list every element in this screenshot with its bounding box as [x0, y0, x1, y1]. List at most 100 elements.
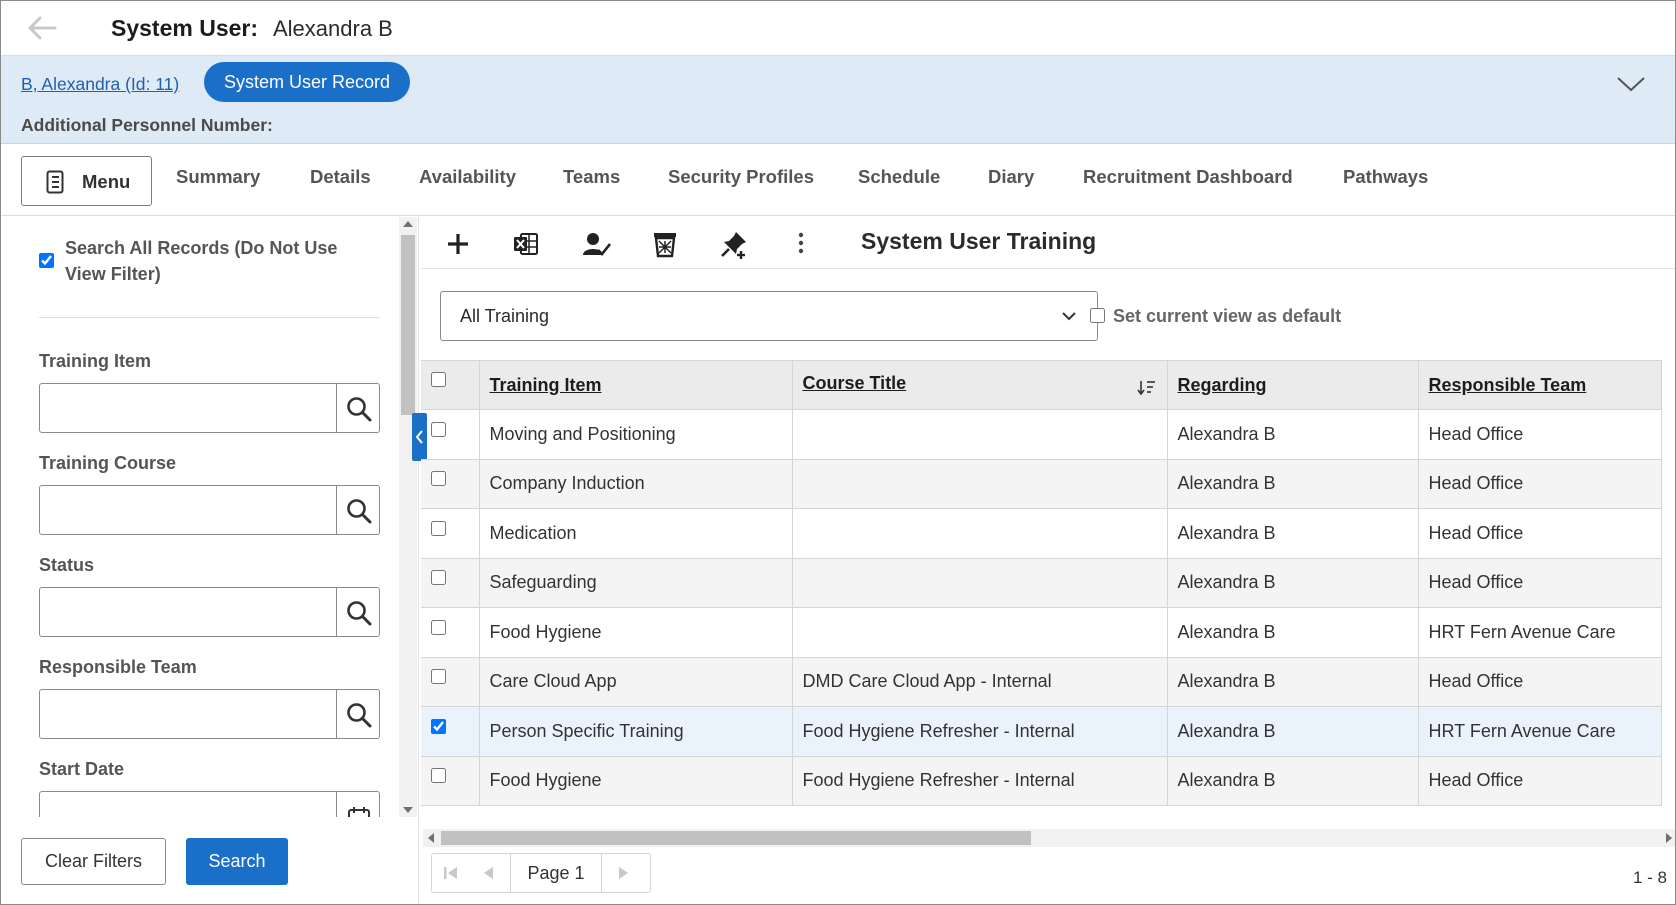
training-item-cell[interactable]: Company Induction [479, 459, 793, 509]
responsible-team-cell[interactable]: HRT Fern Avenue Care [1418, 607, 1662, 658]
course-title-cell[interactable]: DMD Care Cloud App - Internal [792, 657, 1168, 707]
scroll-thumb[interactable] [401, 235, 415, 415]
row-checkbox[interactable] [431, 718, 446, 734]
row-checkbox[interactable] [431, 570, 446, 585]
menu-button[interactable]: Menu [21, 156, 152, 206]
search-all-records-checkbox[interactable] [39, 253, 54, 268]
responsible-team-input[interactable] [39, 689, 337, 739]
training-item-cell[interactable]: Safeguarding [479, 558, 793, 608]
table-row[interactable]: Medication Alexandra B Head Office [421, 508, 1662, 559]
column-header-responsible-team[interactable]: Responsible Team [1418, 360, 1662, 410]
scroll-down-arrow-icon[interactable] [403, 807, 413, 813]
view-select[interactable]: All Training [440, 291, 1098, 341]
column-header-course-title[interactable]: Course Title [792, 360, 1168, 410]
table-row[interactable]: Moving and Positioning Alexandra B Head … [421, 409, 1662, 460]
set-default-view-checkbox[interactable] [1090, 308, 1105, 323]
regarding-cell[interactable]: Alexandra B [1167, 409, 1419, 460]
regarding-cell[interactable]: Alexandra B [1167, 607, 1419, 658]
course-title-cell[interactable]: Food Hygiene Refresher - Internal [792, 756, 1168, 806]
responsible-team-cell[interactable]: Head Office [1418, 459, 1662, 509]
scroll-left-arrow-icon[interactable] [428, 833, 434, 843]
start-date-input[interactable] [39, 791, 337, 817]
add-icon[interactable] [443, 229, 473, 259]
tab-teams[interactable]: Teams [563, 166, 620, 188]
training-item-cell[interactable]: Food Hygiene [479, 607, 793, 658]
regarding-cell[interactable]: Alexandra B [1167, 756, 1419, 806]
regarding-cell[interactable]: Alexandra B [1167, 508, 1419, 559]
tab-pathways[interactable]: Pathways [1343, 166, 1428, 188]
training-course-search-button[interactable] [336, 485, 380, 535]
column-header-regarding[interactable]: Regarding [1167, 360, 1419, 410]
next-page-icon[interactable] [606, 854, 644, 892]
course-title-cell[interactable] [792, 558, 1168, 608]
training-course-input[interactable] [39, 485, 337, 535]
regarding-cell[interactable]: Alexandra B [1167, 558, 1419, 608]
row-checkbox[interactable] [431, 768, 446, 783]
training-item-cell[interactable]: Moving and Positioning [479, 409, 793, 460]
table-row[interactable]: Care Cloud App DMD Care Cloud App - Inte… [421, 657, 1662, 707]
sort-descending-icon[interactable] [1136, 377, 1157, 397]
status-search-button[interactable] [336, 587, 380, 637]
row-checkbox[interactable] [431, 619, 446, 635]
pin-icon[interactable] [719, 229, 749, 259]
tab-details[interactable]: Details [310, 166, 371, 188]
responsible-team-cell[interactable]: Head Office [1418, 508, 1662, 559]
training-item-search-button[interactable] [336, 383, 380, 433]
table-row-selected[interactable]: Person Specific Training Food Hygiene Re… [421, 706, 1662, 757]
course-title-cell[interactable] [792, 409, 1168, 460]
calendar-button[interactable] [336, 791, 380, 817]
chevron-down-icon[interactable] [1615, 74, 1647, 94]
row-checkbox[interactable] [431, 471, 446, 486]
tab-availability[interactable]: Availability [419, 166, 516, 188]
responsible-team-cell[interactable]: Head Office [1418, 756, 1662, 806]
grid-horizontal-scrollbar[interactable] [423, 829, 1675, 847]
table-row[interactable]: Food Hygiene Alexandra B HRT Fern Avenue… [421, 607, 1662, 658]
course-title-cell[interactable] [792, 607, 1168, 658]
more-icon[interactable] [786, 229, 816, 259]
scroll-up-arrow-icon[interactable] [403, 221, 413, 227]
tab-schedule[interactable]: Schedule [858, 166, 940, 188]
table-row[interactable]: Food Hygiene Food Hygiene Refresher - In… [421, 756, 1662, 806]
table-row[interactable]: Safeguarding Alexandra B Head Office [421, 558, 1662, 608]
tab-summary[interactable]: Summary [176, 166, 260, 188]
back-arrow-icon[interactable] [25, 13, 59, 43]
training-item-cell[interactable]: Care Cloud App [479, 657, 793, 707]
first-page-icon[interactable] [432, 854, 470, 892]
clear-filters-button[interactable]: Clear Filters [21, 838, 166, 885]
filter-vertical-scrollbar[interactable] [399, 217, 417, 817]
tab-security-profiles[interactable]: Security Profiles [668, 166, 814, 188]
training-item-cell[interactable]: Food Hygiene [479, 756, 793, 806]
course-title-cell[interactable] [792, 459, 1168, 509]
responsible-team-cell[interactable]: Head Office [1418, 409, 1662, 460]
course-title-cell[interactable]: Food Hygiene Refresher - Internal [792, 706, 1168, 757]
scroll-thumb[interactable] [441, 831, 1031, 845]
training-item-input[interactable] [39, 383, 337, 433]
responsible-team-cell[interactable]: Head Office [1418, 657, 1662, 707]
training-item-cell[interactable]: Medication [479, 508, 793, 559]
regarding-cell[interactable]: Alexandra B [1167, 459, 1419, 509]
course-title-cell[interactable] [792, 508, 1168, 559]
row-checkbox[interactable] [431, 520, 446, 536]
system-user-record-button[interactable]: System User Record [204, 62, 411, 102]
row-checkbox[interactable] [431, 421, 446, 437]
tab-diary[interactable]: Diary [988, 166, 1034, 188]
responsible-team-search-button[interactable] [336, 689, 380, 739]
status-input[interactable] [39, 587, 337, 637]
search-button[interactable]: Search [186, 838, 288, 885]
excel-export-icon[interactable] [511, 229, 541, 259]
previous-page-icon[interactable] [470, 854, 508, 892]
responsible-team-cell[interactable]: Head Office [1418, 558, 1662, 608]
scroll-right-arrow-icon[interactable] [1666, 833, 1672, 843]
column-header-training-item[interactable]: Training Item [479, 360, 793, 410]
assign-user-icon[interactable] [581, 229, 612, 259]
regarding-cell[interactable]: Alexandra B [1167, 657, 1419, 707]
tab-recruitment-dashboard[interactable]: Recruitment Dashboard [1083, 166, 1293, 188]
row-checkbox[interactable] [431, 669, 446, 684]
table-row[interactable]: Company Induction Alexandra B Head Offic… [421, 459, 1662, 509]
record-link[interactable]: B, Alexandra (Id: 11) [21, 74, 179, 95]
delete-icon[interactable] [650, 229, 680, 259]
training-item-cell[interactable]: Person Specific Training [479, 706, 793, 757]
select-all-checkbox[interactable] [431, 372, 446, 388]
responsible-team-cell[interactable]: HRT Fern Avenue Care [1418, 706, 1662, 757]
regarding-cell[interactable]: Alexandra B [1167, 706, 1419, 757]
